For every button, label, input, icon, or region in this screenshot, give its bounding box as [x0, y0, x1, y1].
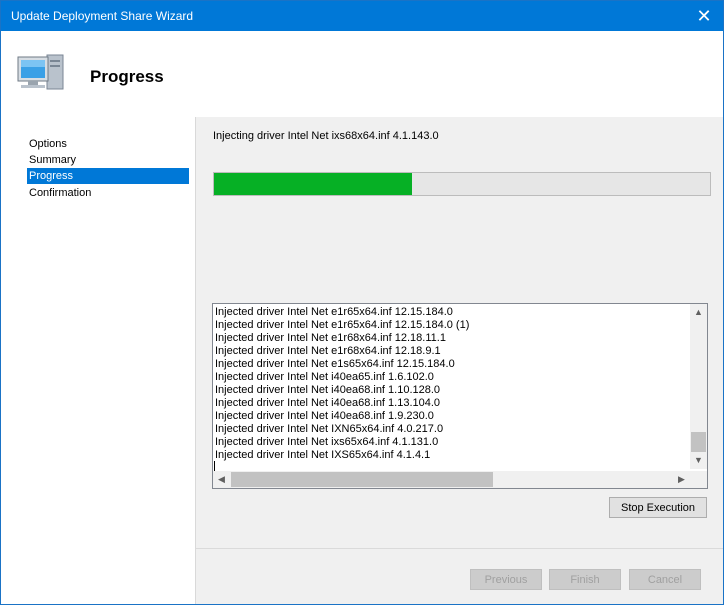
wizard-window: Update Deployment Share Wizard ✕ Progres…	[0, 0, 724, 605]
nav-item-confirmation[interactable]: Confirmation	[27, 185, 189, 201]
vertical-scrollbar[interactable]: ▲ ▼	[690, 304, 707, 469]
horizontal-scroll-thumb[interactable]	[231, 472, 493, 487]
log-textbox[interactable]: Injected driver Intel Net e1r65x64.inf 1…	[212, 303, 708, 489]
cancel-button[interactable]: Cancel	[629, 569, 701, 590]
scroll-left-icon[interactable]: ◀	[213, 471, 230, 488]
log-line: Injected driver Intel Net e1r68x64.inf 1…	[215, 345, 441, 357]
scrollbar-corner	[690, 471, 707, 488]
log-line: Injected driver Intel Net ixs65x64.inf 4…	[215, 436, 439, 448]
log-line: Injected driver Intel Net e1r65x64.inf 1…	[215, 306, 453, 318]
scroll-down-icon[interactable]: ▼	[690, 452, 707, 469]
log-line: Injected driver Intel Net e1s65x64.inf 1…	[215, 358, 455, 370]
previous-button[interactable]: Previous	[470, 569, 542, 590]
log-lines: Injected driver Intel Net e1r65x64.inf 1…	[215, 306, 685, 464]
log-line: Injected driver Intel Net i40ea68.inf 1.…	[215, 410, 434, 422]
status-text: Injecting driver Intel Net ixs68x64.inf …	[213, 130, 439, 142]
progress-fill	[214, 173, 413, 195]
log-line: Injected driver Intel Net e1r65x64.inf 1…	[215, 319, 470, 331]
footer-separator	[196, 548, 723, 549]
log-line: Injected driver Intel Net i40ea65.inf 1.…	[215, 371, 434, 383]
nav-item-summary[interactable]: Summary	[27, 152, 189, 168]
log-line: Injected driver Intel Net e1r68x64.inf 1…	[215, 332, 446, 344]
finish-button[interactable]: Finish	[549, 569, 621, 590]
nav-item-progress[interactable]: Progress	[27, 168, 189, 184]
vertical-scroll-thumb[interactable]	[691, 432, 706, 452]
scroll-up-icon[interactable]: ▲	[690, 304, 707, 321]
wizard-header: Progress	[1, 31, 723, 117]
log-line: Injected driver Intel Net IXN65x64.inf 4…	[215, 423, 444, 435]
window-title: Update Deployment Share Wizard	[11, 9, 194, 23]
scroll-right-icon[interactable]: ▶	[673, 471, 690, 488]
stop-execution-button[interactable]: Stop Execution	[609, 497, 707, 518]
log-line: Injected driver Intel Net i40ea68.inf 1.…	[215, 384, 441, 396]
progress-bar	[213, 172, 711, 196]
computer-icon	[17, 54, 64, 90]
close-icon[interactable]: ✕	[691, 3, 717, 29]
title-bar: Update Deployment Share Wizard ✕	[1, 1, 723, 31]
log-line: Injected driver Intel Net IXS65x64.inf 4…	[215, 449, 431, 461]
page-title: Progress	[90, 67, 164, 86]
log-line: Injected driver Intel Net i40ea68.inf 1.…	[215, 397, 441, 409]
nav-item-options[interactable]: Options	[27, 136, 189, 152]
navigation-panel: Options Summary Progress Confirmation	[1, 117, 196, 604]
horizontal-scrollbar[interactable]: ◀ ▶	[213, 471, 690, 488]
main-panel: Injecting driver Intel Net ixs68x64.inf …	[196, 117, 723, 604]
